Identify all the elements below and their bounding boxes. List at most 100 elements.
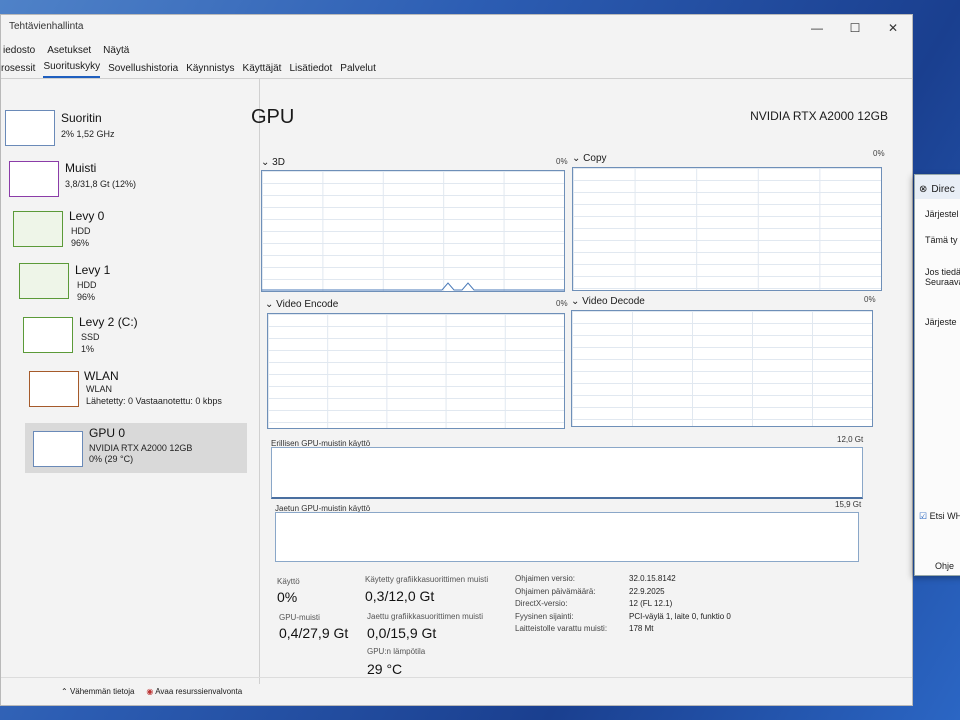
title-bar: Tehtävienhallinta — ☐ ✕ [1,15,912,41]
resource-value: 1% [81,344,95,354]
tab-users[interactable]: Käyttäjät [243,60,282,78]
detail-value: 12 (FL 12.1) [629,599,673,608]
dedicated-memory-max: 12,0 Gt [837,435,864,444]
resource-cpu[interactable]: Suoritin 2% 1,52 GHz [1,107,251,157]
window-title: Tehtävienhallinta [9,21,84,32]
engine-label-text: Video Decode [582,296,645,307]
checkbox-label: Etsi WHC [929,511,960,521]
tab-startup[interactable]: Käynnistys [186,60,234,78]
close-button[interactable]: ✕ [874,15,912,41]
help-button[interactable]: Ohje [935,561,954,571]
detail-value: 22.9.2025 [629,586,665,596]
detail-key: Fyysinen sijainti: [515,611,574,621]
driver-details-keys: Ohjaimen versio: Ohjaimen päivämäärä: Di… [515,573,607,636]
engine-label-text: Video Encode [276,299,339,310]
engine-video-encode-label[interactable]: ⌄ Video Encode [265,299,338,310]
usage-label: Käyttö [277,577,300,586]
engine-3d-label[interactable]: ⌄ 3D [261,157,285,168]
usage-value: 0% [277,589,298,605]
detail-key: DirectX-versio: [515,599,568,608]
footer-bar: ⌃ Vähemmän tietoja ◉ Avaa resurssienvalv… [1,677,912,705]
resource-type: HDD [71,226,91,236]
engine-copy-label[interactable]: ⌄ Copy [572,153,607,164]
engine-3d-graph [261,170,565,292]
resource-name: Levy 1 [75,263,111,277]
detail-value: 178 Mt [629,624,654,633]
shared-used-label: Jaettu grafiikkasuorittimen muisti [367,612,484,621]
engine-copy-pct: 0% [873,149,885,158]
resource-gpu-0[interactable]: GPU 0 NVIDIA RTX A2000 12GB 0% (29 °C) [25,423,247,473]
resource-memory[interactable]: Muisti 3,8/31,8 Gt (12%) [1,157,251,207]
fewer-details-link[interactable]: ⌃ Vähemmän tietoja [61,687,134,696]
page-title: GPU [251,106,295,128]
driver-details-values: 32.0.15.8142 22.9.2025 12 (FL 12.1) PCI-… [629,573,731,636]
resource-disk-0[interactable]: Levy 0 HDD 96% [1,207,251,257]
resource-name: Levy 0 [69,209,105,223]
resource-type: WLAN [86,384,113,394]
dialog-text-3: Jos tiedä [925,267,960,277]
resource-wlan[interactable]: WLAN WLAN Lähetetty: 0 Vastaanotettu: 0 … [1,369,251,419]
resource-type: SSD [81,332,100,342]
menu-file[interactable]: iedosto [3,45,35,56]
resource-list: Suoritin 2% 1,52 GHz Muisti 3,8/31,8 Gt … [1,79,259,684]
tab-app-history[interactable]: Sovellushistoria [108,60,178,78]
gpu-memory-value: 0,4/27,9 Gt [279,625,349,641]
gpu-model: NVIDIA RTX A2000 12GB [750,109,888,123]
engine-video-decode-pct: 0% [864,295,876,304]
resource-type: NVIDIA RTX A2000 12GB [89,443,193,453]
detail-key: Laitteistolle varattu muisti: [515,624,608,633]
shared-memory-graph [275,512,859,562]
tab-performance[interactable]: Suorituskyky [43,58,101,78]
engine-copy-graph [572,167,882,291]
memory-mini-graph [9,161,59,197]
checkbox-checked-icon: ☑ [919,511,928,521]
resource-monitor-icon: ◉ [146,687,154,696]
dialog-text-2: Tämä ty [925,235,958,245]
dialog-title-bar: ⊗ Direc [915,175,960,199]
engine-video-decode-label[interactable]: ⌄ Video Decode [571,296,645,307]
dedicated-used-label: Käytetty grafiikkasuorittimen muisti [365,575,489,584]
engine-video-encode-graph [267,313,565,429]
menu-view[interactable]: Näytä [103,45,129,56]
detail-key: Ohjaimen päivämäärä: [515,586,596,596]
tab-details[interactable]: Lisätiedot [289,60,332,78]
resource-value: 96% [77,292,96,302]
whql-checkbox[interactable]: ☑ Etsi WHC [919,511,960,522]
tab-services[interactable]: Palvelut [340,60,376,78]
resource-name: Levy 2 (C:) [79,315,138,329]
resource-name: WLAN [84,369,119,383]
gpu-mini-graph [33,431,83,467]
engine-label-text: 3D [272,157,285,168]
resource-value: 3,8/31,8 Gt (12%) [65,179,137,189]
disk0-mini-graph [13,211,63,247]
engine-label-text: Copy [583,153,607,164]
resource-disk-1[interactable]: Levy 1 HDD 96% [1,261,251,311]
shared-used-value: 0,0/15,9 Gt [367,625,437,641]
disk2-mini-graph [23,317,73,353]
engine-3d-pct: 0% [556,157,568,166]
dialog-title: Direc [931,184,955,195]
wlan-mini-graph [29,371,79,407]
maximize-button[interactable]: ☐ [836,15,874,41]
minimize-button[interactable]: — [798,15,836,41]
tab-bar: rosessit Suorituskyky Sovellushistoria K… [1,59,912,79]
shared-memory-max: 15,9 Gt [835,500,862,509]
resource-value: 2% 1,52 GHz [61,129,115,139]
resource-name: Suoritin [61,111,102,125]
dxdiag-icon: ⊗ [919,184,928,195]
menu-options[interactable]: Asetukset [47,45,91,56]
disk1-mini-graph [19,263,69,299]
dialog-text-4: Seuraava [925,277,960,287]
open-resource-monitor-link[interactable]: ◉ Avaa resurssienvalvonta [146,687,242,696]
dedicated-used-value: 0,3/12,0 Gt [365,588,435,604]
detail-value: 32.0.15.8142 [629,574,676,583]
dialog-text-5: Järjeste [925,317,957,327]
tab-processes[interactable]: rosessit [1,60,35,78]
temperature-label: GPU:n lämpötila [367,647,426,656]
dedicated-memory-graph [271,447,863,499]
resource-name: Muisti [65,161,97,175]
resource-disk-2[interactable]: Levy 2 (C:) SSD 1% [1,315,251,365]
temperature-value: 29 °C [367,661,403,677]
resource-value: Lähetetty: 0 Vastaanotettu: 0 kbps [86,396,222,406]
resource-name: GPU 0 [89,426,126,440]
